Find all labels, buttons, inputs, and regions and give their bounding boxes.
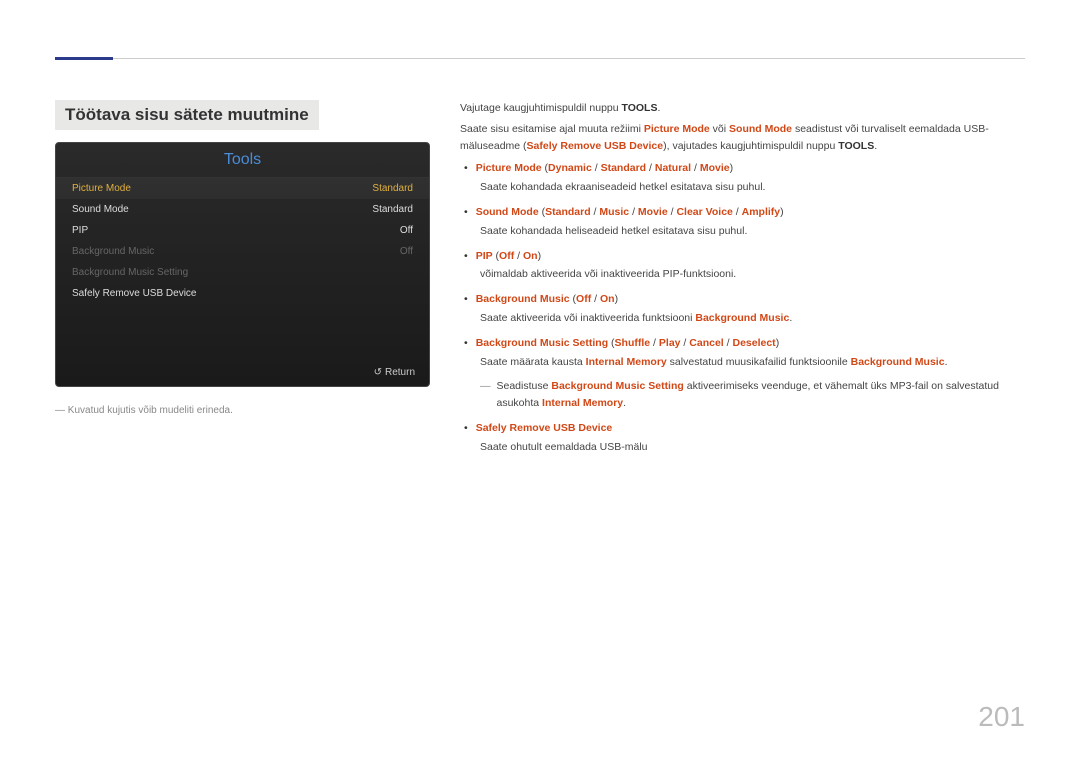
tools-row-picture-mode[interactable]: Picture Mode Standard — [56, 178, 429, 199]
paragraph-2: Saate sisu esitamise ajal muuta režiimi … — [460, 121, 1025, 155]
row-value: Off — [400, 225, 413, 236]
dash-icon: ― — [480, 378, 497, 412]
tools-row-safely-remove[interactable]: Safely Remove USB Device — [56, 283, 429, 304]
content-area: Töötava sisu sätete muutmine Tools Pictu… — [55, 100, 1025, 464]
bullet-dot: • — [460, 204, 476, 221]
row-value: Off — [400, 246, 413, 257]
tools-panel: Tools Picture Mode Standard Sound Mode S… — [55, 142, 430, 387]
section-title: Töötava sisu sätete muutmine — [55, 100, 319, 130]
return-label: Return — [385, 367, 415, 378]
row-label: Background Music — [72, 246, 154, 257]
page-number: 201 — [978, 701, 1025, 733]
bullet-bg-music-setting: • Background Music Setting (Shuffle / Pl… — [460, 335, 1025, 412]
bullet-picture-mode: • Picture Mode (Dynamic / Standard / Nat… — [460, 160, 1025, 196]
tools-row-bg-music-setting: Background Music Setting — [56, 262, 429, 283]
row-label: Safely Remove USB Device — [72, 288, 197, 299]
row-label: Background Music Setting — [72, 267, 188, 278]
row-label: Sound Mode — [72, 204, 129, 215]
row-label: PIP — [72, 225, 88, 236]
paragraph-1: Vajutage kaugjuhtimispuldil nuppu TOOLS. — [460, 100, 1025, 117]
row-label: Picture Mode — [72, 183, 131, 194]
image-footnote: Kuvatud kujutis võib mudeliti erineda. — [55, 405, 430, 416]
tools-row-bg-music: Background Music Off — [56, 241, 429, 262]
tools-row-sound-mode[interactable]: Sound Mode Standard — [56, 199, 429, 220]
bullet-pip: • PIP (Off / On) võimaldab aktiveerida v… — [460, 248, 1025, 284]
bullet-bg-music: • Background Music (Off / On) Saate akti… — [460, 291, 1025, 327]
right-column: Vajutage kaugjuhtimispuldil nuppu TOOLS.… — [460, 100, 1025, 464]
bullet-safely-remove: • Safely Remove USB Device Saate ohutult… — [460, 420, 1025, 456]
return-button[interactable]: ↺Return — [374, 367, 415, 378]
left-column: Töötava sisu sätete muutmine Tools Pictu… — [55, 100, 430, 464]
row-value: Standard — [372, 204, 413, 215]
top-accent — [55, 57, 113, 60]
bullet-sound-mode: • Sound Mode (Standard / Music / Movie /… — [460, 204, 1025, 240]
tools-row-pip[interactable]: PIP Off — [56, 220, 429, 241]
row-value: Standard — [372, 183, 413, 194]
note-line: ― Seadistuse Background Music Setting ak… — [480, 378, 1025, 412]
bullet-dot: • — [460, 248, 476, 265]
bullet-dot: • — [460, 335, 476, 352]
bullet-dot: • — [460, 160, 476, 177]
return-icon: ↺ — [374, 367, 382, 378]
top-border — [55, 58, 1025, 59]
bullet-dot: • — [460, 291, 476, 308]
bullet-dot: • — [460, 420, 476, 437]
tools-panel-title: Tools — [56, 143, 429, 178]
